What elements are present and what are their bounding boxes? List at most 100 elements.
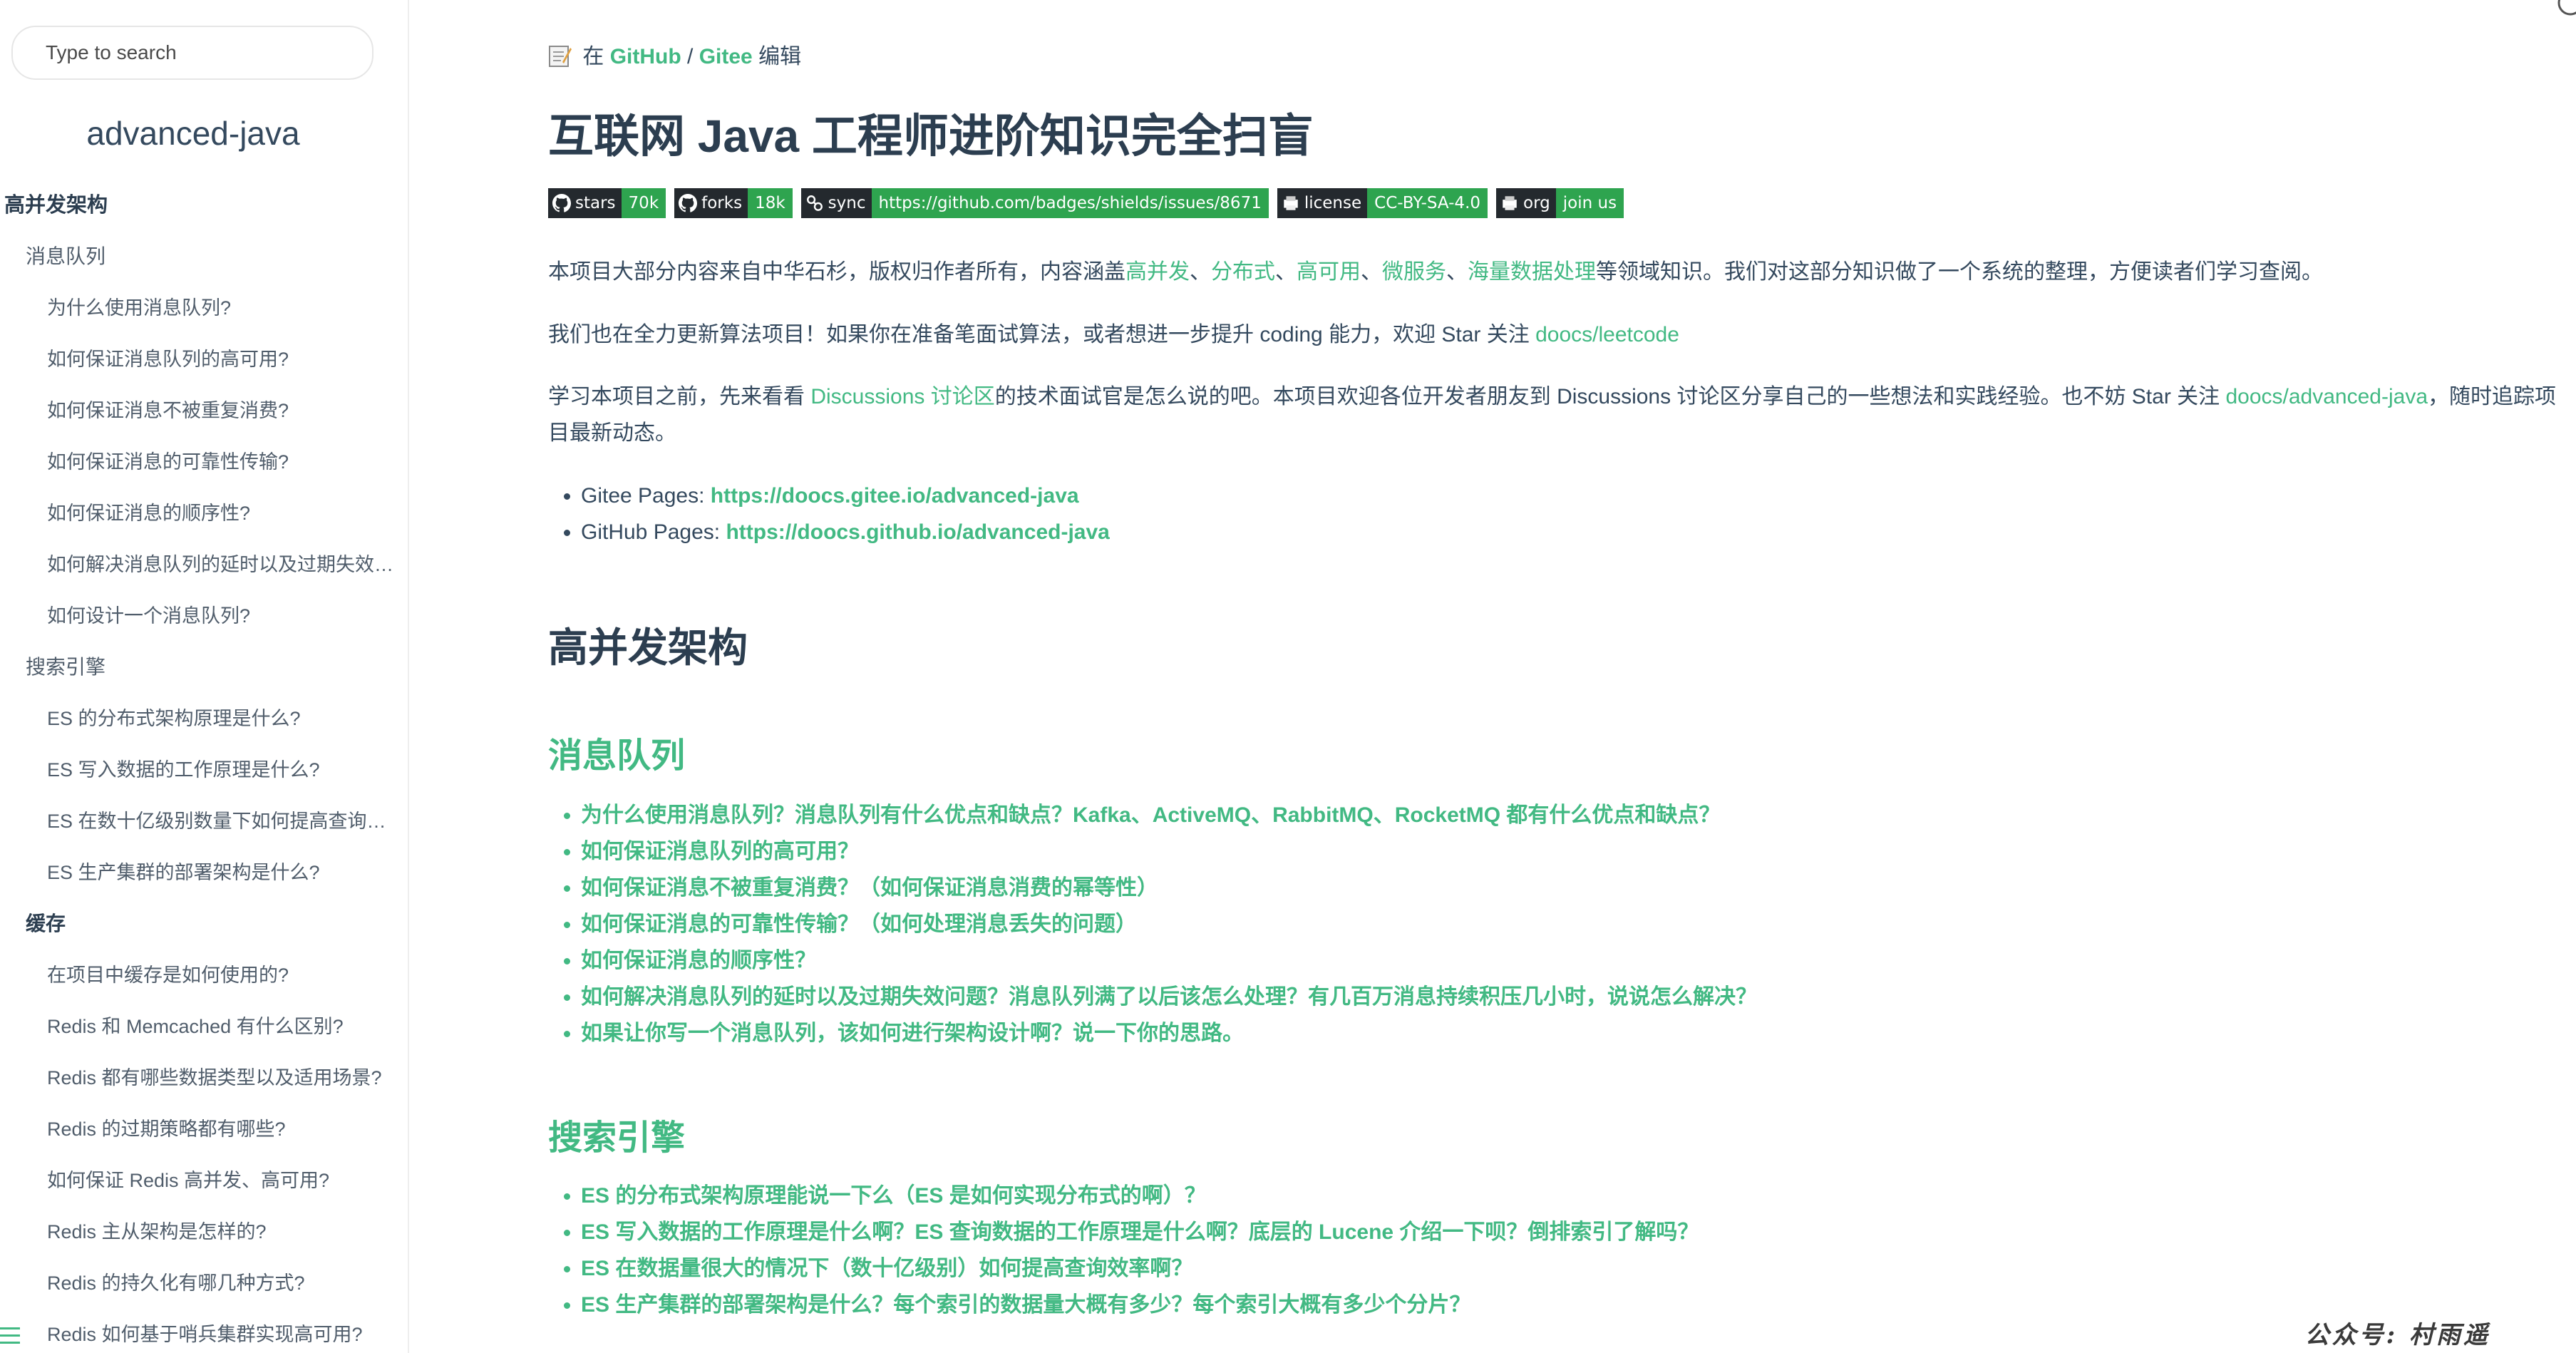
search-engine-list: ES 的分布式架构原理能说一下么（ES 是如何实现分布式的啊）？ ES 写入数据的…	[548, 1178, 1699, 1323]
app-name[interactable]: advanced-java	[0, 114, 386, 153]
separator: 、	[1446, 260, 1468, 284]
sidebar-item[interactable]: ES 在数十亿级别数量下如何提高查询效率?	[0, 807, 399, 858]
edit-gitee-link[interactable]: Gitee	[699, 45, 753, 68]
question-link[interactable]: ES 生产集群的部署架构是什么？每个索引的数据量大概有多少？每个索引大概有多少个…	[581, 1293, 1470, 1317]
list-item: 如何保证消息不被重复消费？（如何保证消息消费的幂等性）	[581, 870, 1757, 906]
sidebar-item[interactable]: 为什么使用消息队列?	[0, 294, 399, 345]
sidebar-section[interactable]: 缓存	[0, 910, 399, 961]
search-box[interactable]	[11, 26, 373, 80]
sidebar-item[interactable]: 如何保证消息队列的高可用?	[0, 345, 399, 396]
sidebar-item[interactable]: 如何保证消息的顺序性?	[0, 499, 399, 550]
sidebar-item[interactable]: 如何设计一个消息队列?	[0, 602, 399, 653]
corner-icon[interactable]	[2547, 0, 2576, 24]
github-pages-link[interactable]: https://doocs.github.io/advanced-java	[726, 520, 1109, 544]
sidebar-item[interactable]: 如何保证消息不被重复消费?	[0, 396, 399, 448]
printer-icon	[1500, 194, 1519, 212]
intro-paragraph-1: 本项目大部分内容来自中华石杉，版权归作者所有，内容涵盖高并发、分布式、高可用、微…	[548, 254, 2565, 290]
edit-github-link[interactable]: GitHub	[610, 45, 681, 68]
mq-heading[interactable]: 消息队列	[548, 727, 685, 777]
question-link[interactable]: 如果让你写一个消息队列，该如何进行架构设计啊？说一下你的思路。	[581, 1022, 1244, 1045]
sidebar-nav: 高并发架构 消息队列 为什么使用消息队列? 如何保证消息队列的高可用? 如何保证消息不被…	[0, 191, 399, 1353]
badge-label: forks	[674, 188, 748, 218]
sidebar-item[interactable]: Redis 和 Memcached 有什么区别?	[0, 1012, 399, 1064]
list-item: ES 生产集群的部署架构是什么？每个索引的数据量大概有多少？每个索引大概有多少个…	[581, 1287, 1699, 1323]
sidebar-item[interactable]: Redis 主从架构是怎样的?	[0, 1218, 399, 1269]
question-link[interactable]: 如何保证消息的可靠性传输？（如何处理消息丢失的问题）	[581, 912, 1137, 936]
sidebar-section[interactable]: 高并发架构	[0, 191, 399, 242]
question-link[interactable]: ES 在数据量很大的情况下（数十亿级别）如何提高查询效率啊？	[581, 1257, 1192, 1280]
search-engine-heading[interactable]: 搜索引擎	[548, 1109, 685, 1159]
list-item: ES 的分布式架构原理能说一下么（ES 是如何实现分布式的啊）？	[581, 1178, 1699, 1214]
badge-value: CC-BY-SA-4.0	[1367, 188, 1488, 218]
badge-license[interactable]: license CC-BY-SA-4.0	[1277, 188, 1488, 218]
sidebar-item[interactable]: 如何保证 Redis 高并发、高可用?	[0, 1166, 399, 1218]
sidebar-item[interactable]: Redis 的持久化有哪几种方式?	[0, 1269, 399, 1320]
section-heading: 高并发架构	[548, 625, 748, 670]
topic-link-big-data[interactable]: 海量数据处理	[1468, 260, 1596, 284]
sidebar-item[interactable]: 在项目中缓存是如何使用的?	[0, 961, 399, 1012]
badge-label-text: org	[1523, 194, 1550, 212]
sidebar-item[interactable]: 如何解决消息队列的延时以及过期失效问题?	[0, 550, 399, 602]
sidebar-section[interactable]: 搜索引擎	[0, 653, 399, 704]
intro-text: 我们也在全力更新算法项目！如果你在准备笔面试算法，或者想进一步提升 coding…	[548, 323, 1536, 346]
separator: 、	[1275, 260, 1297, 284]
edit-separator: /	[687, 45, 694, 68]
sidebar-item[interactable]: Redis 都有哪些数据类型以及适用场景?	[0, 1064, 399, 1115]
question-link[interactable]: 如何解决消息队列的延时以及过期失效问题？消息队列满了以后该怎么处理？有几百万消息…	[581, 985, 1757, 1009]
menu-toggle-icon[interactable]	[0, 1327, 21, 1350]
list-item: 如何保证消息的可靠性传输？（如何处理消息丢失的问题）	[581, 906, 1757, 942]
sync-icon	[805, 194, 824, 212]
edit-prefix: 在	[582, 45, 604, 68]
topic-link-high-availability[interactable]: 高可用	[1297, 260, 1361, 284]
question-link[interactable]: 为什么使用消息队列？消息队列有什么优点和缺点？Kafka、ActiveMQ、Ra…	[581, 803, 1720, 827]
badge-org[interactable]: org join us	[1496, 188, 1624, 218]
sidebar-section[interactable]: 消息队列	[0, 242, 399, 294]
badge-stars[interactable]: stars 70k	[548, 188, 666, 218]
badge-forks[interactable]: forks 18k	[674, 188, 793, 218]
sidebar-item[interactable]: 如何保证消息的可靠性传输?	[0, 448, 399, 499]
advanced-java-link[interactable]: doocs/advanced-java	[2225, 385, 2428, 408]
intro-paragraph-3: 学习本项目之前，先来看看 Discussions 讨论区的技术面试官是怎么说的吧…	[548, 379, 2565, 451]
question-link[interactable]: 如何保证消息不被重复消费？（如何保证消息消费的幂等性）	[581, 876, 1158, 900]
badge-label: sync	[800, 188, 872, 218]
list-item: 如果让你写一个消息队列，该如何进行架构设计啊？说一下你的思路。	[581, 1015, 1757, 1051]
intro-paragraph-2: 我们也在全力更新算法项目！如果你在准备笔面试算法，或者想进一步提升 coding…	[548, 317, 2565, 353]
list-item: GitHub Pages: https://doocs.github.io/ad…	[581, 514, 1110, 550]
badge-label-text: sync	[828, 194, 866, 212]
badge-label-text: forks	[701, 194, 743, 212]
question-link[interactable]: 如何保证消息的顺序性？	[581, 949, 816, 972]
badge-label: stars	[548, 188, 622, 218]
badge-label-text: stars	[575, 194, 616, 212]
pages-label: Gitee Pages:	[581, 484, 711, 508]
question-link[interactable]: ES 的分布式架构原理能说一下么（ES 是如何实现分布式的啊）？	[581, 1184, 1206, 1208]
question-link[interactable]: ES 写入数据的工作原理是什么啊？ES 查询数据的工作原理是什么啊？底层的 Lu…	[581, 1220, 1699, 1244]
sidebar-item[interactable]: ES 的分布式架构原理是什么?	[0, 704, 399, 756]
gitee-pages-link[interactable]: https://doocs.gitee.io/advanced-java	[711, 484, 1079, 508]
badge-sync[interactable]: sync https://github.com/badges/shields/is…	[800, 188, 1269, 218]
intro-text: 学习本项目之前，先来看看	[548, 385, 811, 408]
discussions-link[interactable]: Discussions 讨论区	[810, 385, 994, 408]
list-item: 如何解决消息队列的延时以及过期失效问题？消息队列满了以后该怎么处理？有几百万消息…	[581, 979, 1757, 1015]
sidebar-item[interactable]: Redis 如何基于哨兵集群实现高可用?	[0, 1320, 399, 1353]
sidebar-item[interactable]: ES 写入数据的工作原理是什么?	[0, 756, 399, 807]
intro-text: 本项目大部分内容来自中华石杉，版权归作者所有，内容涵盖	[548, 260, 1125, 284]
question-link[interactable]: 如何保证消息队列的高可用？	[581, 840, 859, 863]
github-icon	[552, 194, 571, 212]
badge-value: 70k	[621, 188, 666, 218]
badge-row: stars 70k forks 18k sync https://github.com/b…	[548, 188, 1624, 218]
badge-value: 18k	[748, 188, 793, 218]
sidebar-item[interactable]: ES 生产集群的部署架构是什么?	[0, 858, 399, 910]
separator: 、	[1361, 260, 1382, 284]
list-item: ES 在数据量很大的情况下（数十亿级别）如何提高查询效率啊？	[581, 1250, 1699, 1287]
intro-text: 等领域知识。我们对这部分知识做了一个系统的整理，方便读者们学习查阅。	[1596, 260, 2323, 284]
separator: 、	[1190, 260, 1211, 284]
search-input[interactable]	[44, 41, 372, 65]
topic-link-high-concurrency[interactable]: 高并发	[1125, 260, 1190, 284]
pages-list: Gitee Pages: https://doocs.gitee.io/adva…	[548, 478, 1110, 550]
sidebar: advanced-java 高并发架构消息队列为什么使用消息队列?如何保证消息队…	[0, 0, 409, 1353]
list-item: 如何保证消息队列的高可用？	[581, 833, 1757, 870]
topic-link-distributed[interactable]: 分布式	[1211, 260, 1275, 284]
sidebar-item[interactable]: Redis 的过期策略都有哪些?	[0, 1115, 399, 1166]
leetcode-link[interactable]: doocs/leetcode	[1535, 323, 1679, 346]
topic-link-microservice[interactable]: 微服务	[1382, 260, 1446, 284]
